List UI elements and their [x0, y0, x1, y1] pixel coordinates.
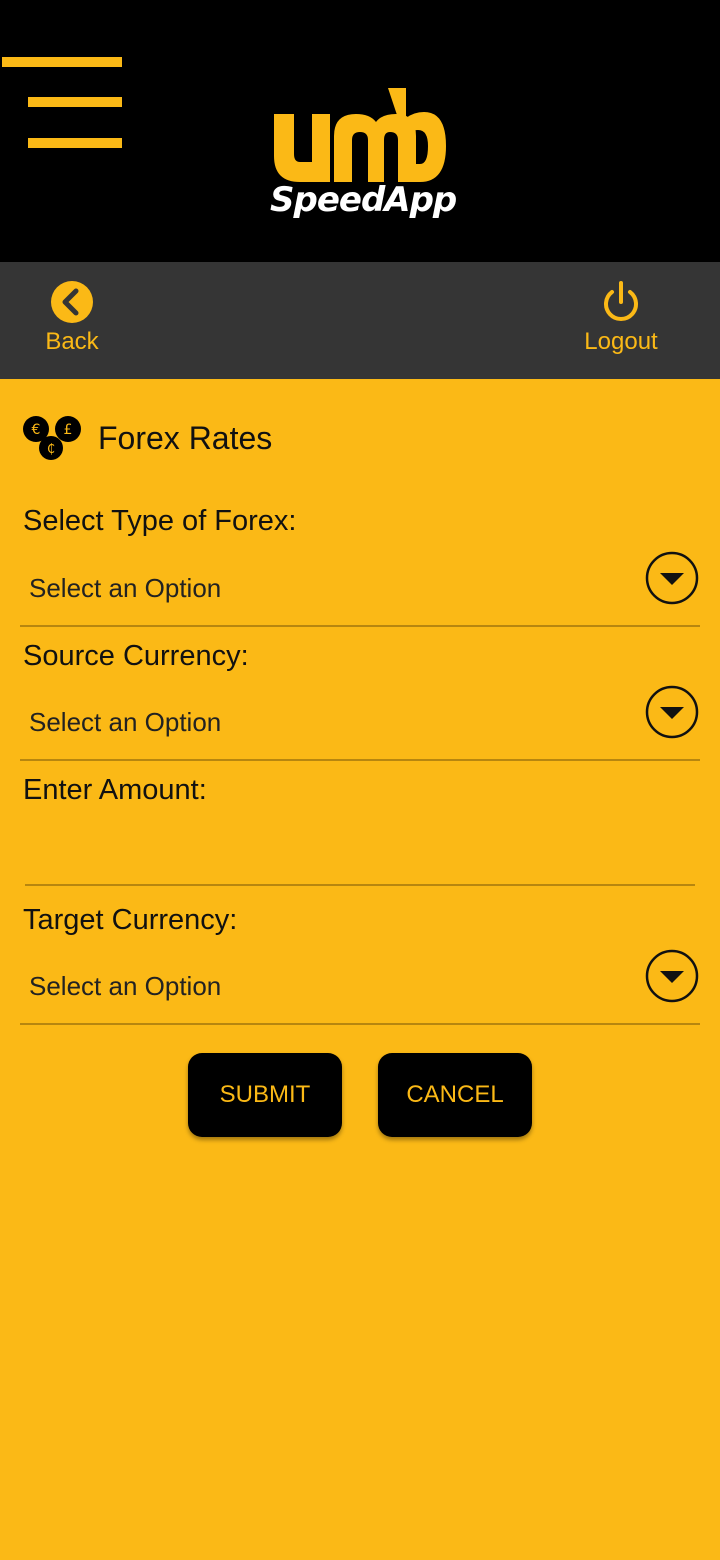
source-currency-select[interactable]: Select an Option	[20, 685, 700, 753]
menu-bar	[28, 138, 122, 148]
menu-bar	[28, 97, 122, 107]
divider	[20, 1023, 700, 1025]
forex-type-value: Select an Option	[29, 573, 222, 603]
nav-bar: Back Logout	[0, 262, 720, 379]
divider	[20, 759, 700, 761]
forex-type-label: Select Type of Forex:	[23, 505, 297, 537]
back-button[interactable]: Back	[40, 280, 104, 356]
page-title: Forex Rates	[98, 419, 273, 456]
target-currency-select[interactable]: Select an Option	[20, 949, 700, 1017]
chevron-down-icon[interactable]	[644, 684, 700, 740]
submit-button[interactable]: SUBMIT	[188, 1053, 342, 1137]
power-icon	[604, 281, 638, 321]
chevron-down-icon[interactable]	[644, 948, 700, 1004]
chevron-left-circle-icon	[51, 281, 93, 323]
svg-text:£: £	[64, 422, 73, 438]
divider	[20, 625, 700, 627]
forex-type-select[interactable]: Select an Option	[20, 551, 700, 619]
target-currency-value: Select an Option	[29, 971, 222, 1001]
chevron-down-icon[interactable]	[644, 550, 700, 606]
amount-input[interactable]	[25, 820, 695, 884]
target-currency-label: Target Currency:	[23, 904, 238, 936]
app-header: SpeedApp	[0, 0, 720, 262]
svg-text:€: €	[32, 422, 41, 438]
logout-label: Logout	[584, 328, 658, 355]
menu-button[interactable]	[0, 52, 126, 152]
source-currency-value: Select an Option	[29, 707, 222, 737]
source-currency-label: Source Currency:	[23, 640, 249, 672]
amount-label: Enter Amount:	[23, 774, 207, 806]
logo-wordmark: SpeedApp	[270, 180, 457, 220]
umb-logo-mark	[274, 88, 446, 182]
cancel-button[interactable]: CANCEL	[378, 1053, 532, 1137]
divider	[25, 884, 695, 886]
app-logo: SpeedApp	[270, 84, 457, 234]
currency-coins-icon: € £ ₵	[23, 416, 81, 460]
page-header: € £ ₵ Forex Rates	[22, 412, 272, 464]
back-label: Back	[45, 328, 99, 355]
menu-bar	[2, 57, 122, 67]
svg-text:₵: ₵	[47, 442, 55, 457]
logout-button[interactable]: Logout	[576, 280, 666, 356]
